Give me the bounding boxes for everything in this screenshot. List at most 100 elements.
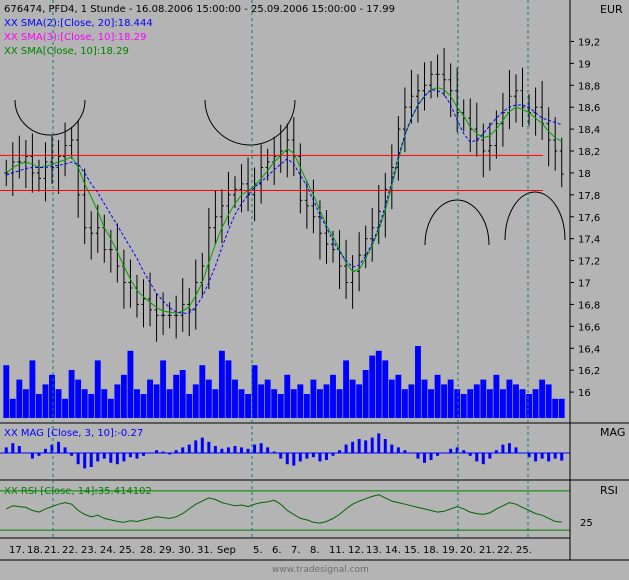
volume-bar [323, 384, 330, 418]
volume-bar [362, 370, 369, 418]
volume-bar [297, 384, 304, 418]
volume-bar [62, 398, 69, 418]
volume-bar [493, 374, 500, 418]
date-tick-label: 22. [497, 545, 513, 556]
volume-bar [107, 398, 114, 418]
volume-bar [68, 370, 75, 418]
volume-bar [284, 374, 291, 418]
volume-bar [49, 374, 55, 418]
volume-bar [42, 384, 49, 418]
date-tick-label: 19. [442, 545, 458, 556]
date-tick-label: 15. [404, 545, 420, 556]
volume-bar [238, 389, 245, 418]
volume-bar [258, 384, 265, 418]
date-tick-label: 18. [423, 545, 439, 556]
date-tick-label: Sep [217, 545, 236, 556]
volume-bar [408, 384, 415, 418]
date-tick-label: 6. [272, 545, 282, 556]
chart-svg: 16 16,2 16,4 16,6 16,8 17 17,2 17,4 17,6 17,8 18 18… [0, 0, 629, 576]
volume-bar [225, 360, 232, 418]
volume-bar [552, 398, 559, 418]
volume-bar [36, 394, 42, 418]
volume-bar [532, 389, 539, 418]
volume-bar [153, 384, 160, 418]
date-tick-label: 13. [366, 545, 382, 556]
price-tick-label: 17,2 [578, 257, 600, 268]
price-tick-label: 16,2 [578, 366, 600, 377]
volume-bar [336, 389, 343, 418]
volume-bar [205, 379, 212, 418]
price-tick-label: 16,8 [578, 300, 600, 311]
volume-bar [539, 379, 546, 418]
volume-bar [9, 398, 16, 418]
price-tick-label: 18,2 [578, 147, 600, 158]
volume-bar [16, 379, 23, 418]
mag-legend: XX MAG [Close, 3, 10]:-0.27 [4, 428, 143, 439]
volume-bar [343, 360, 350, 418]
currency-label: EUR [600, 3, 623, 16]
legend-sma3: XX SMA(3):[Close, 10]:18.29 [4, 32, 146, 43]
price-tick-label: 17,8 [578, 191, 600, 202]
volume-bar [245, 394, 251, 418]
legend-sma10: XX SMA[Close, 10]:18.29 [4, 46, 129, 57]
volume-bar [382, 360, 389, 418]
rsi-axis-label: RSI [600, 484, 618, 497]
volume-bar [199, 365, 206, 418]
price-tick-label: 16,4 [578, 344, 600, 355]
volume-bar [428, 389, 434, 418]
volume-bar [388, 379, 395, 418]
chart-window: 16 16,2 16,4 16,6 16,8 17 17,2 17,4 17,6 17,8 18 18… [0, 0, 629, 576]
volume-bar [310, 379, 317, 418]
volume-bar [251, 365, 258, 418]
mag-axis-label: MAG [600, 426, 625, 439]
volume-bar [473, 384, 480, 418]
volume-bar [401, 389, 408, 418]
date-tick-label: 22. [62, 545, 78, 556]
price-tick-label: 17 [578, 279, 591, 290]
price-tick-label: 16,6 [578, 322, 600, 333]
volume-bar [179, 370, 186, 418]
volume-bar [499, 389, 506, 418]
volume-bar [55, 389, 62, 418]
date-tick-label: 12. [348, 545, 364, 556]
volume-bar [317, 389, 323, 418]
chart-header-title: 676474, PFD4, 1 Stunde - 16.08.2006 15:0… [4, 4, 395, 15]
volume-bar [120, 374, 127, 418]
price-tick-label: 18,8 [578, 81, 600, 92]
date-tick-label: 8. [310, 545, 320, 556]
date-tick-label: 28. [140, 545, 156, 556]
volume-bar [415, 346, 421, 418]
volume-bar [212, 389, 219, 418]
volume-bar [447, 379, 454, 418]
date-tick-label: 5. [253, 545, 263, 556]
volume-bar [94, 360, 101, 418]
price-tick-label: 17,6 [578, 213, 600, 224]
volume-bar [271, 389, 278, 418]
date-tick-label: 21. [479, 545, 495, 556]
volume-bar [434, 374, 441, 418]
rsi-legend: XX RSI [Close, 14]:35.414102 [4, 486, 152, 497]
volume-bar [526, 394, 532, 418]
volume-bar [22, 389, 29, 418]
price-tick-label: 18 [578, 169, 591, 180]
date-tick-label: 29. [159, 545, 175, 556]
price-tick-label: 16 [578, 388, 591, 399]
date-tick-label: 11. [329, 545, 345, 556]
price-tick-label: 19 [578, 59, 591, 70]
volume-bar [330, 374, 336, 418]
volume-bar [114, 384, 121, 418]
volume-bar [127, 350, 134, 418]
rsi-tick-25: 25 [580, 518, 593, 529]
volume-bar [218, 350, 225, 418]
volume-bar [369, 355, 376, 418]
volume-bar [480, 379, 487, 418]
volume-bar [147, 379, 153, 418]
volume-bar [277, 394, 284, 418]
volume-bar [454, 389, 461, 418]
volume-bar [460, 394, 467, 418]
price-tick-label: 17,4 [578, 235, 600, 246]
volume-bar [486, 389, 493, 418]
date-tick-label: 23. [81, 545, 97, 556]
volume-bar [29, 360, 36, 418]
volume-bar [467, 389, 474, 418]
